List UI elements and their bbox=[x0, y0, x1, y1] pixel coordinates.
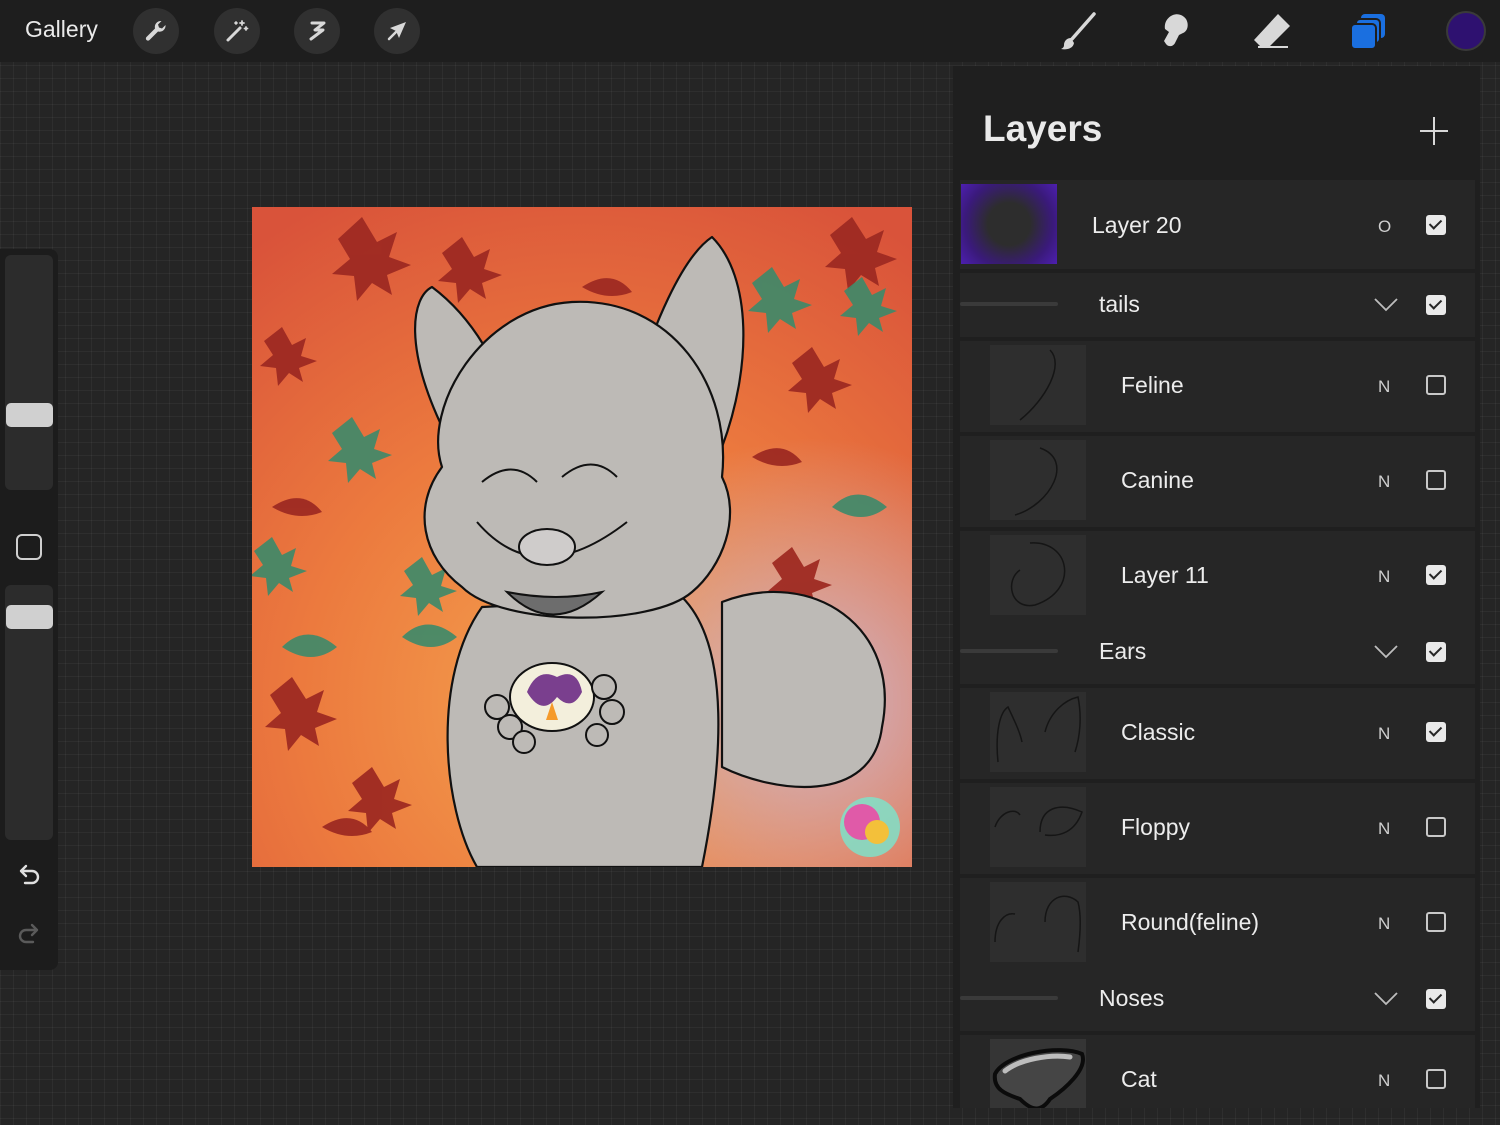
group-row-noses[interactable]: Noses bbox=[960, 967, 1475, 1031]
layer-row-canine[interactable]: Canine N bbox=[960, 436, 1475, 527]
group-row-tails[interactable]: tails bbox=[960, 273, 1475, 337]
layer-name: Layer 11 bbox=[1121, 562, 1209, 588]
layer-thumbnail bbox=[961, 184, 1057, 264]
brush-icon bbox=[1061, 12, 1096, 50]
layer-name: Cat bbox=[1121, 1066, 1157, 1092]
transform-button[interactable] bbox=[374, 8, 420, 54]
layer-thumbnail bbox=[990, 535, 1086, 615]
chevron-down-icon[interactable] bbox=[1373, 644, 1399, 660]
layer-row-layer-20[interactable]: Layer 20 O bbox=[960, 180, 1475, 269]
visibility-checkbox[interactable] bbox=[1426, 470, 1446, 490]
visibility-checkbox[interactable] bbox=[1426, 912, 1446, 932]
layer-name: Classic bbox=[1121, 719, 1196, 745]
group-row-ears[interactable]: Ears bbox=[960, 620, 1475, 684]
visibility-checkbox[interactable] bbox=[1426, 1069, 1446, 1089]
erase-button[interactable] bbox=[1249, 8, 1295, 54]
magic-wand-icon bbox=[226, 20, 249, 42]
selection-icon bbox=[309, 21, 326, 41]
artwork-illustration bbox=[252, 207, 912, 867]
transform-arrow-icon bbox=[387, 22, 406, 41]
modify-square-icon[interactable] bbox=[16, 534, 42, 560]
group-indicator-line bbox=[960, 996, 1058, 1000]
layer-name: Canine bbox=[1121, 467, 1194, 493]
layer-thumbnail bbox=[990, 692, 1086, 772]
layer-thumbnail bbox=[990, 345, 1086, 425]
paint-button[interactable] bbox=[1055, 8, 1101, 54]
brush-size-slider-thumb[interactable] bbox=[6, 403, 53, 427]
visibility-checkbox[interactable] bbox=[1426, 817, 1446, 837]
brush-size-slider[interactable] bbox=[5, 255, 53, 490]
layer-thumbnail bbox=[990, 1039, 1086, 1108]
undo-icon[interactable] bbox=[15, 861, 43, 889]
layer-name: Floppy bbox=[1121, 814, 1191, 840]
group-indicator-line bbox=[960, 302, 1058, 306]
visibility-checkbox[interactable] bbox=[1426, 215, 1446, 235]
blend-mode-label[interactable]: O bbox=[1378, 217, 1391, 237]
blend-mode-label[interactable]: N bbox=[1378, 724, 1390, 744]
plus-icon[interactable] bbox=[1417, 114, 1451, 148]
group-indicator-line bbox=[960, 649, 1058, 653]
selection-button[interactable] bbox=[294, 8, 340, 54]
blend-mode-label[interactable]: N bbox=[1378, 377, 1390, 397]
visibility-checkbox[interactable] bbox=[1426, 642, 1446, 662]
layer-name: Round(feline) bbox=[1121, 909, 1260, 935]
opacity-slider-thumb[interactable] bbox=[6, 605, 53, 629]
top-toolbar: Gallery bbox=[0, 0, 1500, 62]
blend-mode-label[interactable]: N bbox=[1378, 914, 1390, 934]
blend-mode-label[interactable]: N bbox=[1378, 819, 1390, 839]
redo-icon[interactable] bbox=[15, 920, 43, 948]
visibility-checkbox[interactable] bbox=[1426, 722, 1446, 742]
eraser-icon bbox=[1254, 14, 1290, 48]
layer-row-classic[interactable]: Classic N bbox=[960, 688, 1475, 779]
layer-name: Layer 20 bbox=[1092, 212, 1182, 238]
visibility-checkbox[interactable] bbox=[1426, 295, 1446, 315]
gallery-button[interactable]: Gallery bbox=[25, 16, 98, 43]
blend-mode-label[interactable]: N bbox=[1378, 1071, 1390, 1091]
actions-button[interactable] bbox=[133, 8, 179, 54]
group-name: tails bbox=[1099, 291, 1140, 317]
layer-thumbnail bbox=[990, 440, 1086, 520]
blend-mode-label[interactable]: N bbox=[1378, 472, 1390, 492]
layer-row-cat[interactable]: Cat N bbox=[960, 1035, 1475, 1108]
wrench-icon bbox=[145, 20, 166, 41]
group-name: Noses bbox=[1099, 985, 1165, 1011]
layer-row-feline[interactable]: Feline N bbox=[960, 341, 1475, 432]
layers-button[interactable] bbox=[1346, 8, 1392, 54]
layers-icon bbox=[1350, 14, 1385, 50]
chevron-down-icon[interactable] bbox=[1373, 991, 1399, 1007]
layer-row-layer-11[interactable]: Layer 11 N bbox=[960, 531, 1475, 622]
chevron-down-icon[interactable] bbox=[1373, 297, 1399, 313]
group-name: Ears bbox=[1099, 638, 1147, 664]
layer-thumbnail bbox=[990, 787, 1086, 867]
layer-row-floppy[interactable]: Floppy N bbox=[960, 783, 1475, 874]
layer-row-round-feline[interactable]: Round(feline) N bbox=[960, 878, 1475, 969]
smudge-icon bbox=[1164, 14, 1188, 47]
blend-mode-label[interactable]: N bbox=[1378, 567, 1390, 587]
drawing-canvas[interactable] bbox=[252, 207, 912, 867]
visibility-checkbox[interactable] bbox=[1426, 989, 1446, 1009]
visibility-checkbox[interactable] bbox=[1426, 565, 1446, 585]
color-picker-button[interactable] bbox=[1446, 11, 1486, 51]
layer-name: Feline bbox=[1121, 372, 1184, 398]
layer-thumbnail bbox=[990, 882, 1086, 962]
visibility-checkbox[interactable] bbox=[1426, 375, 1446, 395]
layers-panel-title: Layers bbox=[983, 108, 1103, 149]
layers-panel: Layers Layer 20 O tails Feline N Canine … bbox=[953, 66, 1480, 1108]
smudge-button[interactable] bbox=[1152, 8, 1198, 54]
adjustments-button[interactable] bbox=[214, 8, 260, 54]
left-sidebar bbox=[0, 249, 58, 970]
